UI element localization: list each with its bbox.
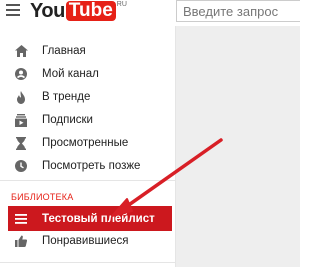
library-section-title: БИБЛИОТЕКА bbox=[11, 192, 74, 202]
sidebar-item-label: Подписки bbox=[42, 114, 93, 126]
sidebar-item-trending[interactable]: В тренде bbox=[0, 85, 176, 109]
sidebar-item-label: Мой канал bbox=[42, 68, 99, 80]
logo-region-text: RU bbox=[116, 1, 127, 8]
sidebar-item-my-channel[interactable]: Мой канал bbox=[0, 62, 176, 86]
search-box bbox=[176, 0, 300, 22]
sidebar-item-label: Понравившиеся bbox=[42, 235, 129, 247]
sidebar-item-label: В тренде bbox=[42, 91, 91, 103]
sidebar-item-home[interactable]: Главная bbox=[0, 39, 176, 63]
search-input[interactable] bbox=[177, 1, 300, 21]
menu-icon[interactable] bbox=[6, 4, 20, 18]
flame-icon bbox=[12, 88, 30, 106]
main-content bbox=[176, 26, 300, 267]
subscriptions-icon bbox=[12, 111, 30, 129]
youtube-logo[interactable]: You Tube RU bbox=[30, 0, 127, 22]
hourglass-icon bbox=[12, 134, 30, 152]
sidebar-item-history[interactable]: Просмотренные bbox=[0, 131, 176, 155]
sidebar-item-watch-later[interactable]: Посмотреть позже bbox=[0, 154, 176, 178]
sidebar-item-subscriptions[interactable]: Подписки bbox=[0, 108, 176, 132]
account-icon bbox=[12, 65, 30, 83]
clock-icon bbox=[12, 157, 30, 175]
top-bar: You Tube RU bbox=[0, 0, 300, 26]
sidebar-item-test-playlist[interactable]: Тестовый плейлист bbox=[8, 206, 172, 231]
sidebar-item-label: Посмотреть позже bbox=[42, 160, 141, 172]
logo-tube-text: Tube bbox=[65, 1, 116, 21]
sidebar-item-liked[interactable]: Понравившиеся bbox=[0, 229, 176, 253]
sidebar-item-label: Тестовый плейлист bbox=[42, 212, 155, 225]
sidebar-divider bbox=[0, 180, 175, 181]
sidebar-item-label: Просмотренные bbox=[42, 137, 129, 149]
home-icon bbox=[12, 42, 30, 60]
sidebar-bottom-divider bbox=[0, 262, 175, 263]
playlist-icon bbox=[12, 210, 30, 228]
thumbs-up-icon bbox=[12, 232, 30, 250]
logo-you-text: You bbox=[30, 0, 65, 22]
sidebar-item-label: Главная bbox=[42, 45, 86, 57]
